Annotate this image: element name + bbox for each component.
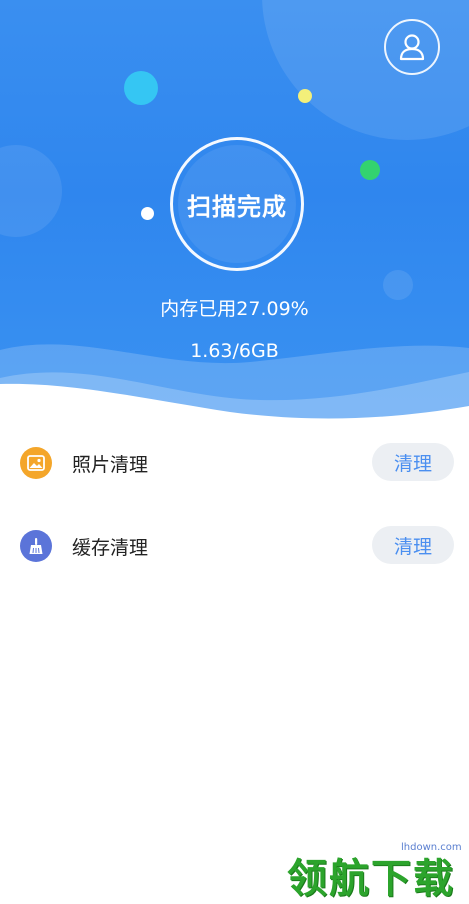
photo-icon [20, 447, 52, 479]
decorative-circle [262, 0, 469, 140]
user-profile-button[interactable] [384, 19, 440, 75]
list-item-label: 照片清理 [72, 454, 149, 476]
decorative-bubble [124, 71, 158, 105]
hero-section: 扫描完成 内存已用27.09% 1.63/6GB [0, 0, 469, 430]
scan-status-label: 扫描完成 [178, 145, 296, 263]
wave-decoration [0, 344, 469, 430]
memory-used-percent: 内存已用27.09% [160, 298, 309, 320]
decorative-bubble [0, 145, 62, 237]
list-item-label: 缓存清理 [72, 537, 149, 559]
watermark-logo: lhdown.com 领航下载 [285, 842, 465, 902]
decorative-bubble [298, 89, 312, 103]
photo-clean-button[interactable]: 清理 [372, 443, 454, 481]
watermark-text: 领航下载 [287, 856, 455, 902]
user-icon [399, 34, 425, 61]
cache-clean-button[interactable]: 清理 [372, 526, 454, 564]
list-item-photo-clean: 照片清理 清理 [0, 433, 469, 493]
list-item-cache-clean: 缓存清理 清理 [0, 516, 469, 576]
decorative-bubble [141, 207, 154, 220]
scan-status-circle[interactable]: 扫描完成 [170, 137, 304, 271]
broom-icon [20, 530, 52, 562]
decorative-bubble [360, 160, 380, 180]
